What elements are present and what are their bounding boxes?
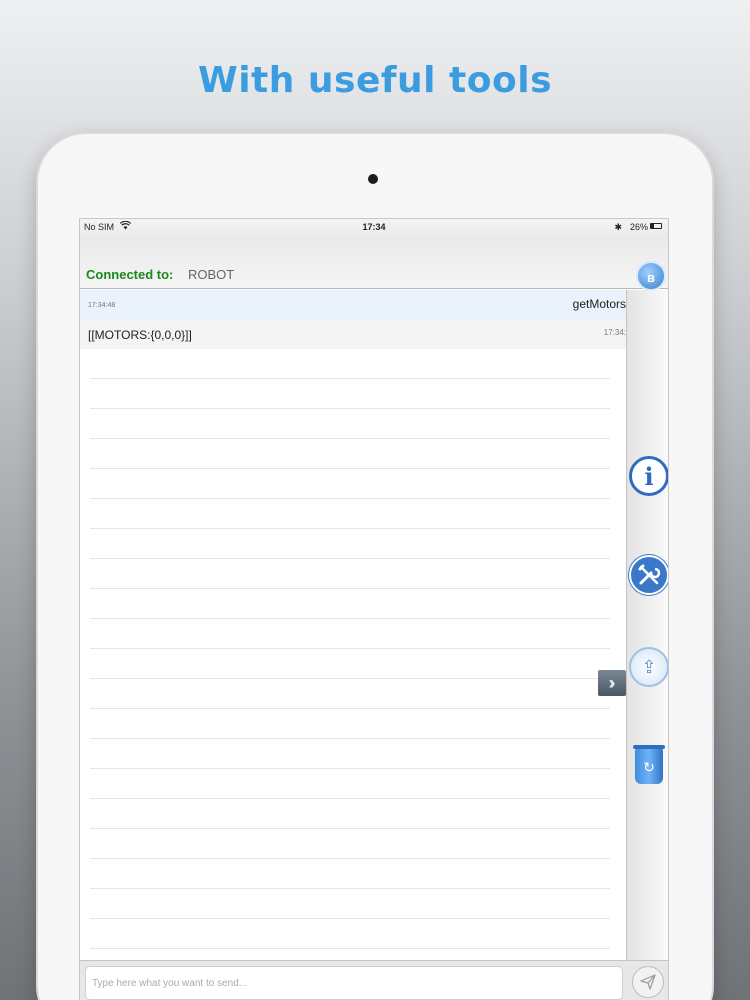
send-icon[interactable] xyxy=(632,966,664,998)
status-time: 17:34 xyxy=(362,222,386,232)
battery-icon xyxy=(650,223,662,229)
message-row-received: [[MOTORS:{0,0,0}]] 17:34: xyxy=(80,320,626,349)
info-icon[interactable]: i xyxy=(629,456,668,496)
tablet-frame: No SIM 17:34 ✱ 26% Connected to: ROBOT ʙ… xyxy=(38,134,712,1000)
trash-icon[interactable]: ↻ xyxy=(629,745,668,786)
headline: With useful tools xyxy=(198,60,552,101)
bluetooth-icon: ✱ xyxy=(614,222,622,232)
connection-label: Connected to: xyxy=(86,267,174,282)
front-camera xyxy=(368,174,378,184)
tools-icon[interactable] xyxy=(629,555,668,595)
double-chevron-right-icon[interactable]: ›› xyxy=(598,670,626,696)
connected-device-name: ROBOT xyxy=(188,267,235,282)
battery-percent: 26% xyxy=(629,222,648,232)
app-screen: No SIM 17:34 ✱ 26% Connected to: ROBOT ʙ… xyxy=(79,218,669,1000)
message-timestamp: 17:34: xyxy=(603,328,626,337)
connection-header: Connected to: ROBOT ʙ xyxy=(80,235,668,291)
compose-bar xyxy=(80,960,668,1000)
trash-can-graphic: ↻ xyxy=(633,745,665,784)
message-text: getMotors xyxy=(572,297,626,311)
tools-sidebar: i ⇪ ↻ xyxy=(626,290,668,960)
message-timestamp: 17:34:48 xyxy=(88,302,116,309)
message-input[interactable] xyxy=(85,966,623,1000)
share-icon[interactable]: ⇪ xyxy=(629,647,668,687)
message-log[interactable]: 17:34:48 getMotors [[MOTORS:{0,0,0}]] 17… xyxy=(80,290,626,960)
message-text: [[MOTORS:{0,0,0}]] xyxy=(88,328,192,342)
message-row-sent: 17:34:48 getMotors xyxy=(80,290,626,320)
bluetooth-badge-icon[interactable]: ʙ xyxy=(636,261,666,291)
status-bar: No SIM 17:34 ✱ 26% xyxy=(80,219,668,235)
